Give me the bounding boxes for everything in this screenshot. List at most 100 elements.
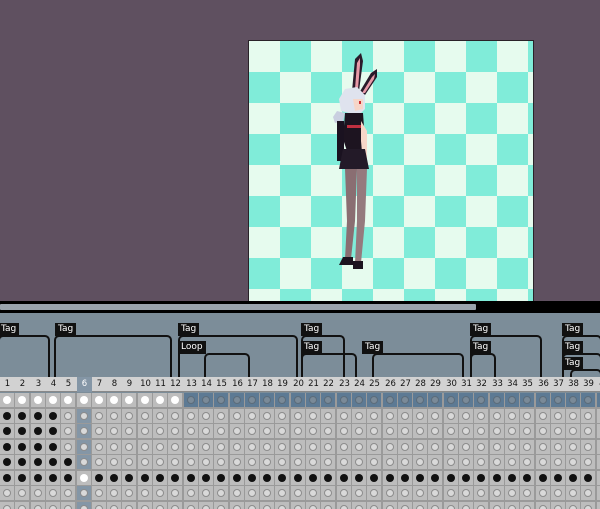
frame-number-32[interactable]: 32: [474, 377, 489, 392]
cel-r0-f7[interactable]: [92, 393, 106, 407]
cel-r1-f20[interactable]: [291, 409, 305, 423]
cel-r2-f3[interactable]: [31, 424, 45, 438]
frame-number-2[interactable]: 2: [15, 377, 30, 392]
frame-number-24[interactable]: 24: [352, 377, 367, 392]
cel-r0-f26[interactable]: [383, 393, 397, 407]
frame-number-14[interactable]: 14: [199, 377, 214, 392]
cel-r4-f17[interactable]: [245, 455, 259, 469]
cel-r3-f10[interactable]: [138, 440, 152, 454]
cel-r7-f32[interactable]: [474, 502, 488, 509]
cel-r5-f16[interactable]: [230, 471, 244, 485]
cel-r7-f22[interactable]: [321, 502, 335, 509]
tag-label[interactable]: Tag: [562, 341, 584, 354]
cel-r3-f32[interactable]: [474, 440, 488, 454]
cel-r4-f32[interactable]: [474, 455, 488, 469]
cel-r4-f18[interactable]: [260, 455, 274, 469]
cel-r0-f3[interactable]: [31, 393, 45, 407]
cel-r7-f20[interactable]: [291, 502, 305, 509]
cel-r7-f33[interactable]: [490, 502, 504, 509]
frame-number-33[interactable]: 33: [490, 377, 505, 392]
frame-number-35[interactable]: 35: [520, 377, 535, 392]
cel-r5-f33[interactable]: [490, 471, 504, 485]
cel-r0-f14[interactable]: [199, 393, 213, 407]
cel-r7-f34[interactable]: [505, 502, 519, 509]
cel-r5-f3[interactable]: [31, 471, 45, 485]
cel-r7-f19[interactable]: [275, 502, 289, 509]
cel-r6-f28[interactable]: [413, 486, 427, 500]
cel-r5-f19[interactable]: [275, 471, 289, 485]
cel-r6-f37[interactable]: [551, 486, 565, 500]
frame-number-34[interactable]: 34: [505, 377, 520, 392]
cel-r5-f34[interactable]: [505, 471, 519, 485]
cel-r0-f25[interactable]: [367, 393, 381, 407]
cel-r2-f17[interactable]: [245, 424, 259, 438]
cel-r2-f5[interactable]: [61, 424, 75, 438]
tag-label[interactable]: Tag: [562, 323, 584, 336]
cel-r3-f8[interactable]: [107, 440, 121, 454]
cel-r2-f9[interactable]: [122, 424, 136, 438]
tag-label[interactable]: Tag: [301, 341, 323, 354]
cel-r0-f2[interactable]: [15, 393, 29, 407]
cel-r2-f28[interactable]: [413, 424, 427, 438]
tag-bracket[interactable]: [470, 353, 496, 377]
cel-r6-f15[interactable]: [214, 486, 228, 500]
cel-r6-f24[interactable]: [352, 486, 366, 500]
tag-bracket[interactable]: [54, 335, 172, 377]
frame-number-16[interactable]: 16: [230, 377, 245, 392]
cel-r4-f3[interactable]: [31, 455, 45, 469]
cel-r4-f29[interactable]: [428, 455, 442, 469]
cel-r1-f28[interactable]: [413, 409, 427, 423]
cel-r7-f16[interactable]: [230, 502, 244, 509]
cel-r0-f27[interactable]: [398, 393, 412, 407]
cel-r3-f6[interactable]: [77, 440, 91, 454]
cel-r4-f7[interactable]: [92, 455, 106, 469]
cel-r3-f1[interactable]: [0, 440, 14, 454]
cel-r1-f18[interactable]: [260, 409, 274, 423]
cel-r3-f31[interactable]: [459, 440, 473, 454]
cel-r2-f24[interactable]: [352, 424, 366, 438]
cel-r6-f25[interactable]: [367, 486, 381, 500]
cel-r7-f25[interactable]: [367, 502, 381, 509]
cel-r1-f2[interactable]: [15, 409, 29, 423]
tag-bracket[interactable]: [570, 369, 600, 377]
frame-number-9[interactable]: 9: [122, 377, 137, 392]
cel-r4-f14[interactable]: [199, 455, 213, 469]
cel-r5-f8[interactable]: [107, 471, 121, 485]
frame-number-36[interactable]: 36: [536, 377, 551, 392]
cel-r4-f33[interactable]: [490, 455, 504, 469]
cel-r2-f23[interactable]: [337, 424, 351, 438]
cel-r4-f11[interactable]: [153, 455, 167, 469]
cel-r4-f36[interactable]: [536, 455, 550, 469]
cel-r6-f12[interactable]: [168, 486, 182, 500]
cel-r1-f37[interactable]: [551, 409, 565, 423]
scrollbar-thumb[interactable]: [0, 304, 476, 310]
cel-r6-f1[interactable]: [0, 486, 14, 500]
cel-r5-f11[interactable]: [153, 471, 167, 485]
cel-r5-f26[interactable]: [383, 471, 397, 485]
sprite-canvas[interactable]: [248, 40, 534, 302]
frame-number-26[interactable]: 26: [383, 377, 398, 392]
frame-number-1[interactable]: 1: [0, 377, 15, 392]
cel-r5-f1[interactable]: [0, 471, 14, 485]
cel-r1-f6[interactable]: [77, 409, 91, 423]
cel-r6-f32[interactable]: [474, 486, 488, 500]
frame-number-39[interactable]: 39: [581, 377, 596, 392]
cel-r4-f31[interactable]: [459, 455, 473, 469]
frame-number-25[interactable]: 25: [367, 377, 382, 392]
cel-r4-f25[interactable]: [367, 455, 381, 469]
cel-r7-f4[interactable]: [46, 502, 60, 509]
cel-r6-f38[interactable]: [566, 486, 580, 500]
cel-r1-f19[interactable]: [275, 409, 289, 423]
cel-r0-f22[interactable]: [321, 393, 335, 407]
cel-r0-f28[interactable]: [413, 393, 427, 407]
cel-r2-f37[interactable]: [551, 424, 565, 438]
cel-r4-f38[interactable]: [566, 455, 580, 469]
cel-r0-f10[interactable]: [138, 393, 152, 407]
cel-r6-f3[interactable]: [31, 486, 45, 500]
cel-r3-f35[interactable]: [520, 440, 534, 454]
cel-r3-f22[interactable]: [321, 440, 335, 454]
cel-r0-f39[interactable]: [581, 393, 595, 407]
frame-number-19[interactable]: 19: [275, 377, 290, 392]
cel-r4-f15[interactable]: [214, 455, 228, 469]
cel-r3-f25[interactable]: [367, 440, 381, 454]
